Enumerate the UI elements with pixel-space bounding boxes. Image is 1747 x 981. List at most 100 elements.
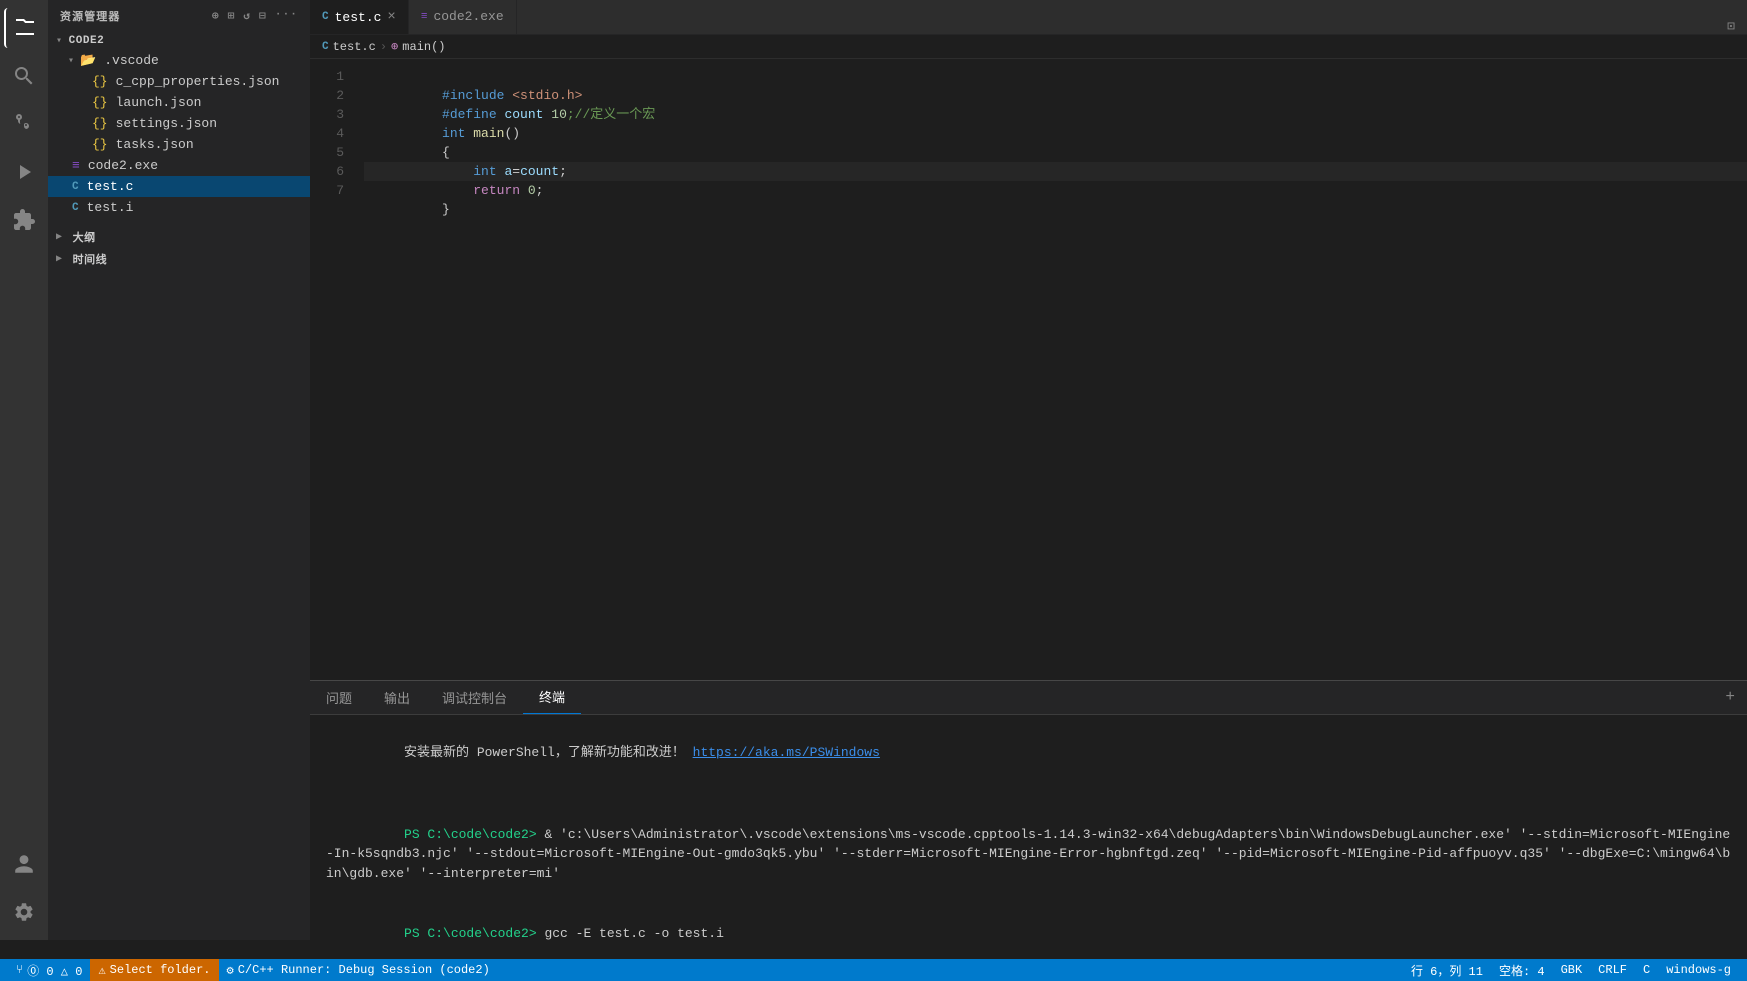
settings-icon[interactable] bbox=[4, 892, 44, 932]
sidebar-title: 资源管理器 bbox=[60, 8, 121, 24]
status-position-text: 行 6，列 11 bbox=[1411, 962, 1483, 979]
git-icon: ⑂ bbox=[16, 963, 23, 977]
code-editor[interactable]: #include <stdio.h> #define count 10;//定义… bbox=[360, 67, 1747, 672]
outline-label: 大纲 bbox=[73, 229, 96, 245]
root-folder[interactable]: ▾ CODE2 bbox=[48, 32, 310, 50]
status-position[interactable]: 行 6，列 11 bbox=[1403, 959, 1491, 981]
panel-tab-output[interactable]: 输出 bbox=[368, 680, 426, 714]
status-spaces[interactable]: 空格: 4 bbox=[1491, 959, 1553, 981]
panel-tab-terminal[interactable]: 终端 bbox=[523, 680, 581, 714]
sidebar: 资源管理器 ⊕ ⊞ ↺ ⊟ ··· ▾ CODE2 ▾ 📂 .vscode {}… bbox=[48, 0, 310, 940]
status-feedback-text: windows-g bbox=[1666, 963, 1731, 977]
file-name: tasks.json bbox=[116, 137, 194, 152]
tab-code2exe[interactable]: ≡ code2.exe bbox=[409, 0, 517, 34]
breadcrumb-fn-icon: ⊕ bbox=[391, 39, 398, 54]
debug-icon: ⚙ bbox=[227, 963, 234, 978]
status-bar: ⑂ ⓪ 0 △ 0 ⚠ Select folder. ⚙ C/C++ Runne… bbox=[0, 959, 1747, 981]
status-language[interactable]: C bbox=[1635, 959, 1658, 981]
file-name: launch.json bbox=[116, 95, 202, 110]
new-folder-icon[interactable]: ⊞ bbox=[228, 9, 236, 23]
source-control-icon[interactable] bbox=[4, 104, 44, 144]
file-name: c_cpp_properties.json bbox=[116, 74, 280, 89]
term-line-3: PS C:\code\code2> & 'c:\Users\Administra… bbox=[326, 805, 1731, 903]
status-feedback[interactable]: windows-g bbox=[1658, 959, 1739, 981]
file-name: test.i bbox=[87, 200, 134, 215]
tab-close-testc[interactable]: × bbox=[387, 9, 395, 25]
root-folder-name: CODE2 bbox=[69, 35, 105, 47]
status-language-text: C bbox=[1643, 963, 1650, 977]
status-warning[interactable]: ⚠ Select folder. bbox=[90, 959, 218, 981]
code-area[interactable]: 1 2 3 4 5 6 7 #include <stdio.h> #define… bbox=[310, 59, 1747, 680]
panel: 问题 输出 调试控制台 终端 + 安装最新的 PowerShell，了解新功能和… bbox=[310, 680, 1747, 940]
outline-chevron: ▶ bbox=[56, 231, 63, 243]
new-file-icon[interactable]: ⊕ bbox=[212, 9, 220, 23]
refresh-icon[interactable]: ↺ bbox=[243, 9, 251, 23]
panel-tabs: 问题 输出 调试控制台 终端 + bbox=[310, 681, 1747, 715]
vscode-folder[interactable]: ▾ 📂 .vscode bbox=[48, 50, 310, 71]
tab-testc-label: test.c bbox=[335, 10, 382, 25]
sidebar-header-icons: ⊕ ⊞ ↺ ⊟ ··· bbox=[212, 9, 298, 23]
term-line-blank bbox=[326, 784, 1731, 804]
split-editor-icon[interactable]: ⊡ bbox=[1715, 19, 1747, 34]
list-item[interactable]: ≡ code2.exe bbox=[48, 155, 310, 176]
code-line-1: #include <stdio.h> bbox=[364, 67, 1747, 86]
c-icon: C bbox=[72, 202, 79, 214]
terminal-content[interactable]: 安装最新的 PowerShell，了解新功能和改进！ https://aka.m… bbox=[310, 715, 1747, 940]
search-icon[interactable] bbox=[4, 56, 44, 96]
files-icon[interactable] bbox=[4, 8, 44, 48]
c-icon: C bbox=[72, 181, 79, 193]
status-debug[interactable]: ⚙ C/C++ Runner: Debug Session (code2) bbox=[219, 959, 498, 981]
editor-area: C test.c × ≡ code2.exe ⊡ C test.c › ⊕ ma… bbox=[310, 0, 1747, 940]
collapse-all-icon[interactable]: ⊟ bbox=[259, 9, 267, 23]
code-line-7: } bbox=[364, 181, 1747, 200]
file-name: settings.json bbox=[116, 116, 217, 131]
vscode-chevron: ▾ bbox=[68, 55, 74, 67]
line-numbers: 1 2 3 4 5 6 7 bbox=[310, 67, 360, 672]
status-warning-text: Select folder. bbox=[110, 963, 211, 977]
panel-tab-issues[interactable]: 问题 bbox=[310, 680, 368, 714]
sidebar-item-testi[interactable]: C test.i bbox=[48, 197, 310, 218]
breadcrumb: C test.c › ⊕ main() bbox=[310, 35, 1747, 59]
sidebar-item-testc[interactable]: C test.c bbox=[48, 176, 310, 197]
tab-code2exe-label: code2.exe bbox=[433, 9, 503, 24]
list-item[interactable]: {} settings.json bbox=[48, 113, 310, 134]
vscode-folder-name: .vscode bbox=[104, 53, 159, 68]
extensions-icon[interactable] bbox=[4, 200, 44, 240]
file-name: test.c bbox=[87, 179, 134, 194]
exe-icon: ≡ bbox=[72, 158, 80, 173]
breadcrumb-sep1: › bbox=[380, 40, 387, 54]
status-git[interactable]: ⑂ ⓪ 0 △ 0 bbox=[8, 959, 90, 981]
tab-testc[interactable]: C test.c × bbox=[310, 0, 409, 34]
code-line-4: { bbox=[364, 124, 1747, 143]
sidebar-header: 资源管理器 ⊕ ⊞ ↺ ⊟ ··· bbox=[48, 0, 310, 32]
status-encoding[interactable]: GBK bbox=[1553, 959, 1591, 981]
status-spaces-text: 空格: 4 bbox=[1499, 962, 1545, 979]
status-git-text: ⓪ 0 △ 0 bbox=[27, 962, 82, 979]
activity-bar-bottom bbox=[4, 844, 44, 940]
status-eol[interactable]: CRLF bbox=[1590, 959, 1635, 981]
json-icon: {} bbox=[92, 95, 108, 110]
list-item[interactable]: {} c_cpp_properties.json bbox=[48, 71, 310, 92]
breadcrumb-fn[interactable]: main() bbox=[402, 40, 445, 54]
list-item[interactable]: {} launch.json bbox=[48, 92, 310, 113]
panel-add-terminal[interactable]: + bbox=[1725, 680, 1747, 714]
list-item[interactable]: {} tasks.json bbox=[48, 134, 310, 155]
outline-section[interactable]: ▶ 大纲 bbox=[48, 226, 310, 248]
code-line-5: int a=count; bbox=[364, 143, 1747, 162]
run-icon[interactable] bbox=[4, 152, 44, 192]
json-icon: {} bbox=[92, 116, 108, 131]
status-eol-text: CRLF bbox=[1598, 963, 1627, 977]
timeline-label: 时间线 bbox=[73, 251, 108, 267]
breadcrumb-c-icon: C bbox=[322, 41, 329, 53]
term-line-1: 安装最新的 PowerShell，了解新功能和改进！ https://aka.m… bbox=[326, 723, 1731, 782]
code-line-6: return 0; bbox=[364, 162, 1747, 181]
tab-bar: C test.c × ≡ code2.exe ⊡ bbox=[310, 0, 1747, 35]
breadcrumb-file[interactable]: test.c bbox=[333, 40, 376, 54]
account-icon[interactable] bbox=[4, 844, 44, 884]
status-right: 行 6，列 11 空格: 4 GBK CRLF C windows-g bbox=[1403, 959, 1739, 981]
timeline-section[interactable]: ▶ 时间线 bbox=[48, 248, 310, 270]
folder-icon: 📂 bbox=[80, 53, 96, 68]
more-icon[interactable]: ··· bbox=[275, 9, 298, 23]
panel-tab-debug[interactable]: 调试控制台 bbox=[426, 680, 523, 714]
status-encoding-text: GBK bbox=[1561, 963, 1583, 977]
